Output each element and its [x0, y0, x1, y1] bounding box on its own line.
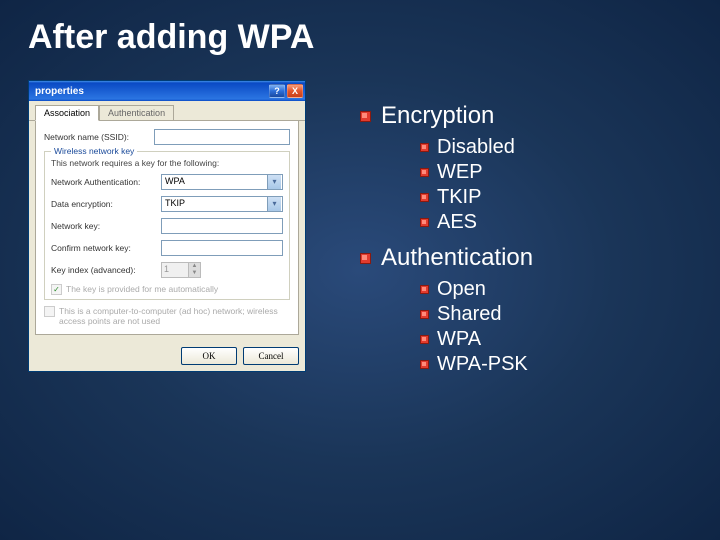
bullet-icon	[420, 360, 429, 369]
bullet-enc-item: AES	[420, 211, 700, 234]
bullet-auth-item: WPA-PSK	[420, 353, 700, 376]
auto-key-checkbox[interactable]: ✓	[51, 284, 62, 295]
dialog-tabs: Association Authentication	[29, 101, 305, 121]
ssid-input[interactable]	[154, 129, 290, 145]
bullet-enc-item: WEP	[420, 161, 700, 184]
confirm-key-input[interactable]	[161, 240, 283, 256]
wireless-key-group: Wireless network key This network requir…	[44, 151, 290, 300]
key-index-label: Key index (advanced):	[51, 265, 161, 275]
bullet-icon	[420, 143, 429, 152]
network-auth-label: Network Authentication:	[51, 177, 161, 187]
tab-authentication[interactable]: Authentication	[99, 105, 174, 120]
network-auth-combo[interactable]: WPA	[161, 174, 283, 190]
close-button[interactable]: X	[287, 84, 303, 98]
data-encryption-label: Data encryption:	[51, 199, 161, 209]
auto-key-label: The key is provided for me automatically	[66, 284, 218, 294]
bullet-auth-item: WPA	[420, 328, 700, 351]
dialog-titlebar[interactable]: properties ? X	[29, 81, 305, 101]
slide-title: After adding WPA	[28, 18, 314, 57]
bullet-icon	[360, 111, 371, 122]
auto-key-checkbox-row: ✓ The key is provided for me automatical…	[51, 284, 283, 295]
network-key-input[interactable]	[161, 218, 283, 234]
help-button[interactable]: ?	[269, 84, 285, 98]
network-key-label: Network key:	[51, 221, 161, 231]
bullet-icon	[420, 285, 429, 294]
adhoc-checkbox[interactable]	[44, 306, 55, 317]
bullet-icon	[420, 168, 429, 177]
bullet-authentication: Authentication	[360, 244, 700, 272]
ssid-label: Network name (SSID):	[44, 132, 154, 142]
dialog-buttons: OK Cancel	[29, 341, 305, 371]
dialog-title: properties	[35, 86, 84, 97]
tab-association[interactable]: Association	[35, 105, 99, 121]
bullet-icon	[420, 193, 429, 202]
bullet-list: Encryption Disabled WEP TKIP AES Authent…	[360, 92, 700, 378]
bullet-auth-item: Open	[420, 278, 700, 301]
data-encryption-combo[interactable]: TKIP	[161, 196, 283, 212]
bullet-enc-item: Disabled	[420, 136, 700, 159]
bullet-enc-item: TKIP	[420, 186, 700, 209]
group-desc: This network requires a key for the foll…	[51, 158, 283, 168]
tab-body: Network name (SSID): Wireless network ke…	[35, 121, 299, 335]
bullet-encryption: Encryption	[360, 102, 700, 130]
key-index-spinner[interactable]: 1 ▲▼	[161, 262, 201, 278]
group-title: Wireless network key	[51, 146, 137, 156]
adhoc-label: This is a computer-to-computer (ad hoc) …	[59, 306, 290, 326]
ok-button[interactable]: OK	[181, 347, 237, 365]
adhoc-checkbox-row: This is a computer-to-computer (ad hoc) …	[44, 306, 290, 326]
properties-dialog: properties ? X Association Authenticatio…	[28, 80, 306, 372]
confirm-key-label: Confirm network key:	[51, 243, 161, 253]
bullet-icon	[420, 218, 429, 227]
bullet-icon	[360, 253, 371, 264]
bullet-icon	[420, 310, 429, 319]
bullet-auth-item: Shared	[420, 303, 700, 326]
cancel-button[interactable]: Cancel	[243, 347, 299, 365]
bullet-icon	[420, 335, 429, 344]
